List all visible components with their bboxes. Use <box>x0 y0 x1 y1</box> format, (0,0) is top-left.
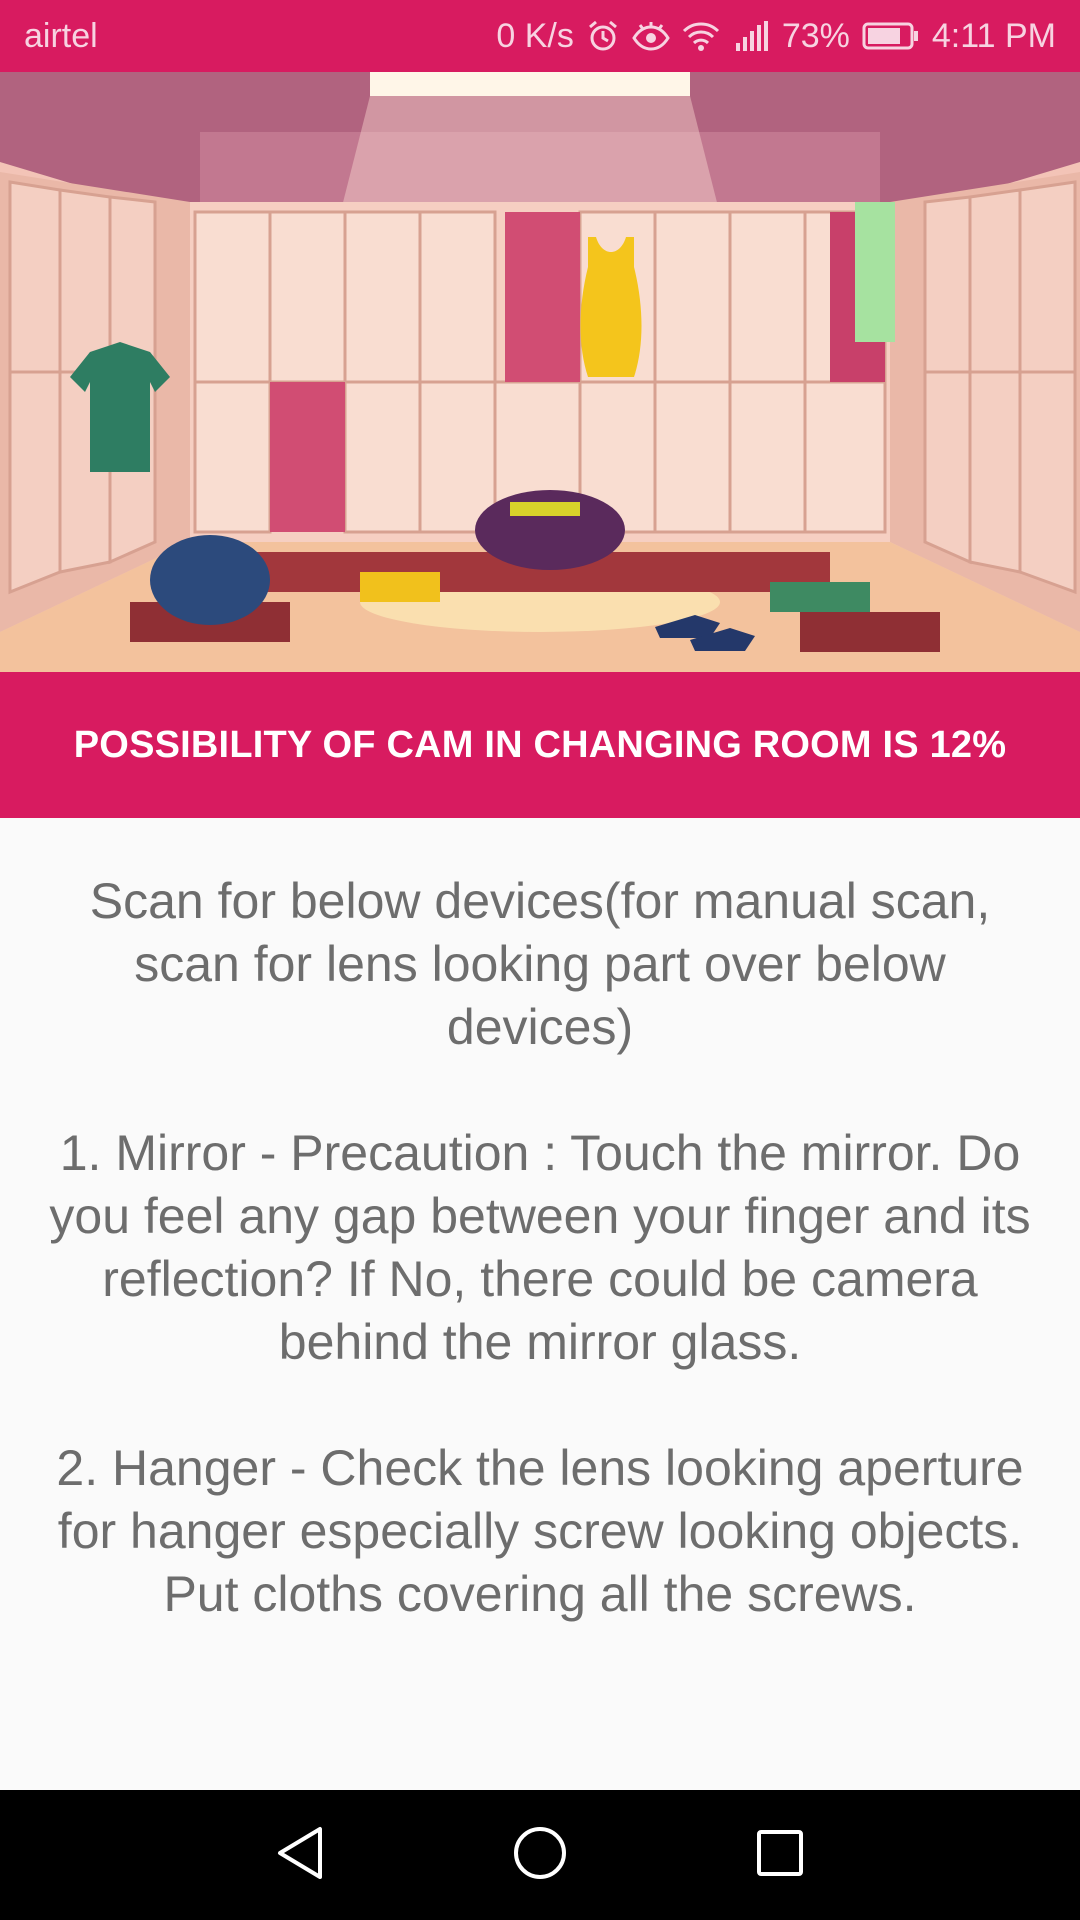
changing-room-illustration <box>0 72 1080 672</box>
instructions: Scan for below devices(for manual scan, … <box>0 818 1080 1790</box>
clock: 4:11 PM <box>931 16 1056 55</box>
alarm-icon <box>586 19 620 53</box>
signal-icon <box>732 21 770 51</box>
back-button[interactable] <box>180 1790 420 1920</box>
instruction-item: 2. Hanger - Check the lens looking apert… <box>56 1440 1024 1622</box>
status-icons: 0 K/s 73% 4:11 PM <box>496 17 1056 56</box>
navigation-bar <box>0 1790 1080 1920</box>
instructions-intro: Scan for below devices(for manual scan, … <box>89 873 991 1055</box>
back-icon <box>274 1825 326 1886</box>
home-button[interactable] <box>420 1790 660 1920</box>
instruction-item: 1. Mirror - Precaution : Touch the mirro… <box>49 1125 1031 1370</box>
eye-icon <box>632 21 670 51</box>
carrier-label: airtel <box>24 16 98 55</box>
recents-button[interactable] <box>660 1790 900 1920</box>
possibility-text: POSSIBILITY OF CAM IN CHANGING ROOM IS 1… <box>73 723 1007 766</box>
battery-icon <box>862 21 920 51</box>
wifi-icon <box>682 20 720 52</box>
possibility-banner: POSSIBILITY OF CAM IN CHANGING ROOM IS 1… <box>0 672 1080 818</box>
status-bar: airtel 0 K/s 73% 4:11 PM <box>0 0 1080 72</box>
recents-icon <box>755 1828 805 1883</box>
net-speed: 0 K/s <box>496 16 574 55</box>
battery-percent: 73% <box>781 16 850 55</box>
home-icon <box>512 1825 568 1886</box>
